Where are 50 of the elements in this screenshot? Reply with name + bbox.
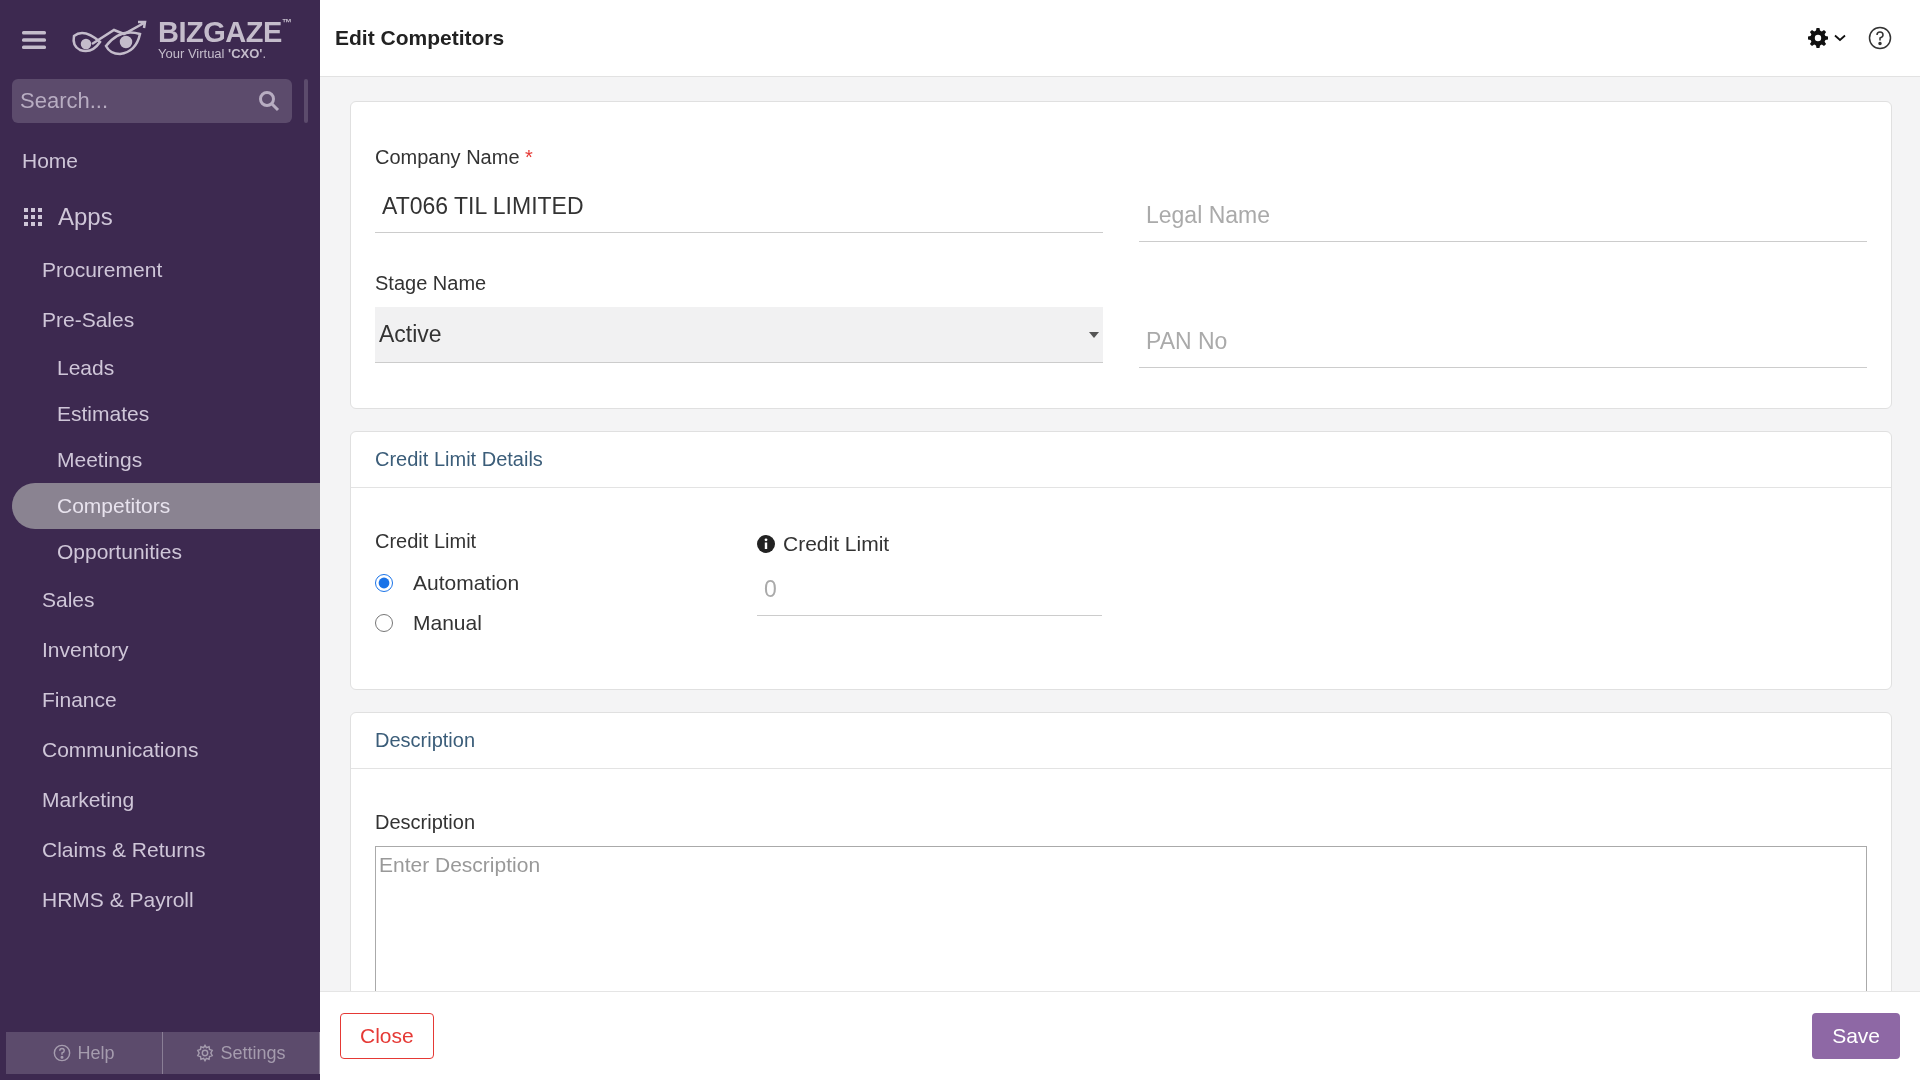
field-label: Company Name * — [375, 146, 534, 169]
apps-grid-icon — [24, 208, 42, 227]
legal-name-field[interactable]: Legal Name — [1139, 190, 1867, 242]
sidebar-item[interactable]: Sales — [12, 575, 320, 626]
sidebar-item[interactable]: Pre-Sales — [12, 295, 320, 346]
menu-icon[interactable] — [22, 29, 46, 50]
pan-no-field[interactable]: PAN No — [1139, 316, 1867, 368]
sidebar-item[interactable]: Finance — [12, 675, 320, 726]
field-label: Stage Name — [375, 272, 488, 295]
section-heading: Description — [351, 713, 1891, 769]
caret-icon — [1834, 34, 1846, 42]
radio-button[interactable] — [375, 614, 393, 632]
field-label: Credit Limit — [783, 532, 890, 556]
close-button[interactable]: Close — [340, 1013, 434, 1059]
sidebar-item[interactable]: Meetings — [12, 437, 320, 484]
home-link[interactable]: Home — [0, 137, 320, 186]
sidebar-item[interactable]: Marketing — [12, 775, 320, 826]
radio-button[interactable] — [375, 574, 393, 592]
settings-dropdown-button[interactable] — [1808, 28, 1846, 48]
info-icon — [757, 535, 775, 553]
description-field[interactable]: Enter Description — [375, 846, 1867, 991]
help-button[interactable] — [1868, 26, 1892, 50]
credit-limit-field[interactable]: 0 — [757, 564, 1102, 616]
sidebar-item[interactable]: Estimates — [12, 391, 320, 438]
dropdown-caret-icon — [1089, 331, 1099, 338]
sidebar-item[interactable]: Communications — [12, 725, 320, 776]
save-button[interactable]: Save — [1812, 1013, 1900, 1059]
radio-label: Manual — [413, 611, 482, 635]
sidebar-item[interactable]: Opportunities — [12, 529, 320, 576]
search-icon — [258, 90, 280, 113]
settings-icon — [196, 1044, 215, 1062]
field-label: Credit Limit — [375, 530, 478, 553]
stage-name-dropdown[interactable]: Active — [375, 307, 1103, 363]
field-label: Description — [375, 811, 477, 834]
logo-wordmark: BIZGAZE™ — [158, 18, 292, 47]
section-heading: Credit Limit Details — [351, 432, 1891, 488]
logo-tagline: Your Virtual 'CXO'. — [158, 47, 268, 62]
company-name-field[interactable]: AT066 TIL LIMITED — [375, 181, 1103, 233]
page-title: Edit Competitors — [335, 26, 506, 50]
help-icon — [1868, 26, 1892, 50]
sidebar-item[interactable]: Claims & Returns — [12, 825, 320, 876]
sidebar-item[interactable]: HRMS & Payroll — [12, 875, 320, 926]
radio-label: Automation — [413, 571, 520, 595]
apps-heading: Apps — [58, 203, 113, 232]
settings-icon — [1808, 28, 1828, 48]
search-field[interactable]: Search... — [12, 79, 292, 124]
sidebar-item[interactable]: Leads — [12, 345, 320, 392]
sidebar-item[interactable]: Procurement — [12, 245, 320, 296]
help-icon — [53, 1044, 72, 1062]
sidebar-item[interactable]: Inventory — [12, 625, 320, 676]
